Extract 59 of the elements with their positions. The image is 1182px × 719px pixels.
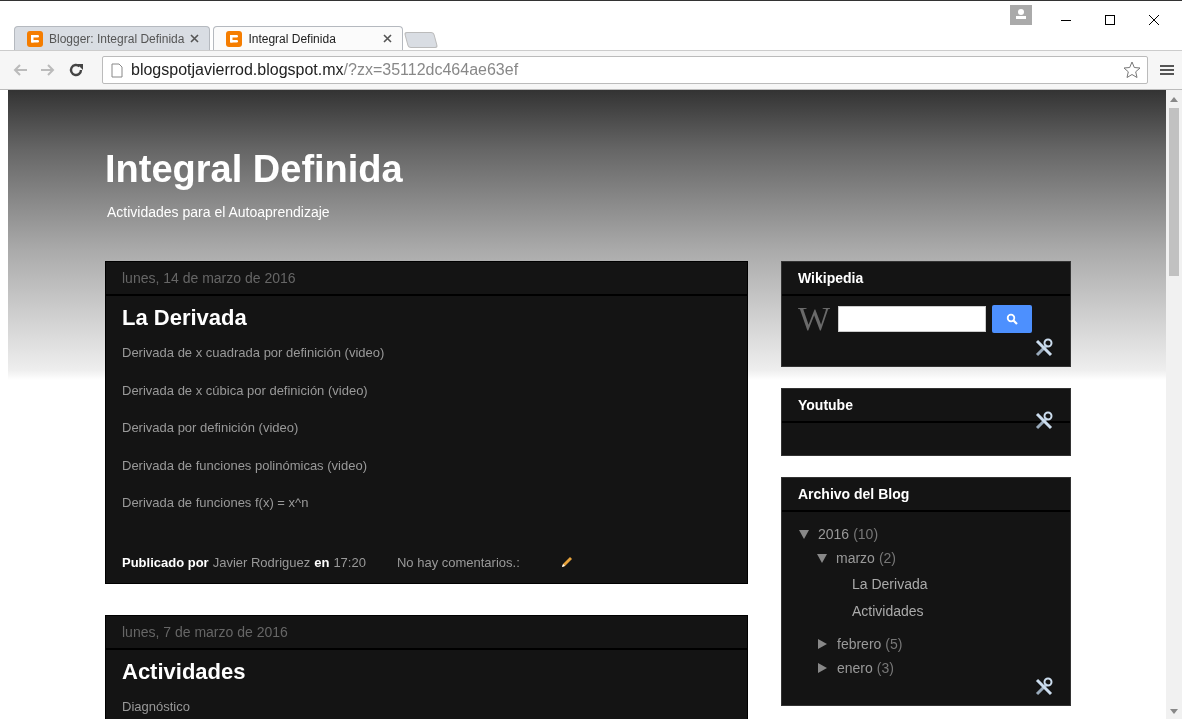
archive-count: (5): [885, 636, 903, 652]
browser-tab[interactable]: Integral Definida: [213, 26, 404, 50]
archive-post-link[interactable]: Actividades: [852, 602, 924, 619]
post-date: lunes, 14 de marzo de 2016: [106, 262, 747, 296]
archive-link[interactable]: marzo: [836, 550, 875, 566]
page-icon: [111, 62, 123, 78]
blog-title[interactable]: Integral Definida: [105, 147, 403, 191]
star-icon[interactable]: [1123, 61, 1141, 79]
reload-icon[interactable]: [68, 62, 84, 78]
toggle-arrow-icon[interactable]: [817, 553, 827, 563]
post-link[interactable]: Derivada de x cúbica por definición (video): [122, 382, 731, 399]
tools-icon[interactable]: [1034, 338, 1054, 358]
search-button[interactable]: [992, 305, 1033, 333]
post-date: lunes, 7 de marzo de 2016: [106, 615, 747, 650]
archive-link[interactable]: febrero: [837, 636, 882, 652]
tools-icon[interactable]: [1034, 677, 1054, 697]
post-link[interactable]: Derivada por definición (video): [122, 420, 731, 436]
comments-link[interactable]: No hay comentarios.:: [396, 554, 520, 570]
archive-post-link[interactable]: La Derivada: [852, 575, 928, 592]
maximize-icon[interactable]: [1104, 14, 1116, 26]
archive-count: (2): [878, 550, 897, 566]
blog-description: Actividades para el Autoaprendizaje: [107, 204, 331, 220]
post-title[interactable]: La Derivada: [122, 304, 247, 332]
menu-icon[interactable]: [1160, 64, 1174, 76]
archive-count: (3): [876, 660, 894, 676]
time-link[interactable]: 17:20: [333, 554, 366, 570]
author-link[interactable]: Javier Rodriguez: [212, 554, 311, 570]
tools-icon[interactable]: [1034, 411, 1054, 431]
address-bar[interactable]: blogspotjavierrod.blogspot.mx/?zx=35112dc464ae63ef: [102, 56, 1148, 84]
footer-label: Publicado por: [122, 554, 209, 570]
post-link[interactable]: Derivada de funciones f(x) = x^n: [122, 495, 731, 511]
blogger-icon: [226, 30, 243, 47]
footer-label: en: [314, 554, 330, 570]
post-title[interactable]: Actividades: [122, 657, 246, 686]
archive-link[interactable]: 2016: [818, 526, 850, 542]
pencil-icon[interactable]: [559, 555, 574, 569]
toggle-arrow-icon[interactable]: [799, 529, 809, 539]
scroll-down-icon[interactable]: [1170, 709, 1178, 715]
post-link[interactable]: Derivada de funciones polinómicas (video): [122, 457, 731, 474]
toggle-arrow-icon[interactable]: [818, 639, 827, 649]
post-link[interactable]: Derivada de x cuadrada por definición (video): [122, 345, 731, 361]
wikipedia-logo: W: [798, 304, 831, 334]
toggle-arrow-icon[interactable]: [818, 663, 827, 673]
scroll-up-icon[interactable]: [1170, 96, 1178, 102]
scrollbar[interactable]: [1166, 90, 1182, 719]
post-link[interactable]: Diagnóstico: [122, 698, 731, 715]
scrollbar-thumb[interactable]: [1169, 108, 1179, 276]
archive-count: (10): [853, 526, 879, 542]
browser-tab[interactable]: Blogger: Integral Definida: [14, 26, 211, 50]
archive-link[interactable]: enero: [837, 660, 873, 676]
widget-title: Youtube: [782, 389, 1070, 423]
widget-title: Archivo del Blog: [782, 478, 1070, 512]
search-icon: [1006, 313, 1019, 325]
blogger-icon: [27, 30, 43, 47]
widget-title: Wikipedia: [782, 262, 1070, 296]
url-text: blogspotjavierrod.blogspot.mx/?zx=35112dc464ae63ef: [131, 61, 520, 79]
search-field[interactable]: [838, 306, 987, 332]
close-icon[interactable]: [383, 34, 393, 43]
close-icon[interactable]: [1148, 14, 1160, 26]
